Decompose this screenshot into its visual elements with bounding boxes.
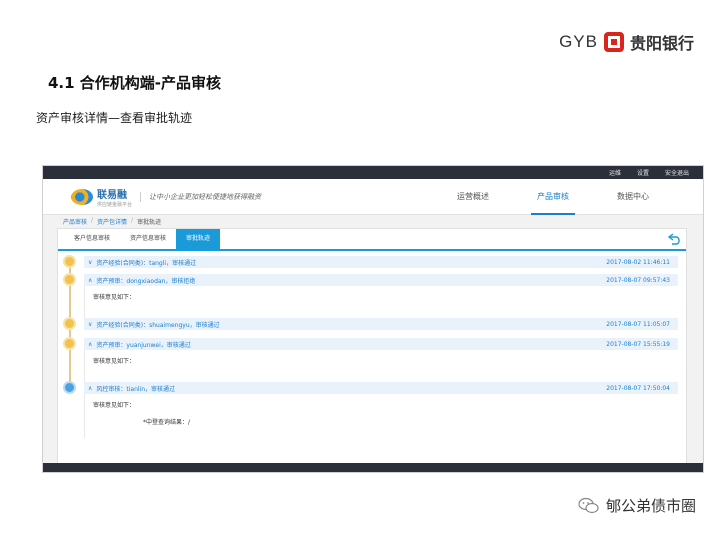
- logo-chinese: 贵阳银行: [629, 34, 694, 53]
- timeline-time: 2017-08-07 17:50:04: [606, 384, 670, 392]
- breadcrumb-current: 审批轨迹: [137, 219, 162, 226]
- topbar-link-settings[interactable]: 设置: [637, 168, 649, 177]
- top-utility-bar: 运维 设置 安全退出: [43, 166, 703, 179]
- logo: GYB 贵阳银行: [559, 30, 694, 54]
- timeline-time: 2017-08-07 11:05:07: [606, 320, 670, 328]
- bank-logo-icon: [603, 32, 624, 52]
- star-badge-icon: [63, 317, 76, 330]
- tab-asset-info[interactable]: 资产信息审核: [120, 229, 176, 249]
- tab-bar: 客户信息审核 资产信息审核 审批轨迹: [58, 229, 686, 251]
- nav-item-overview[interactable]: 运营概述: [451, 179, 495, 215]
- timeline-text: 资产预审：yuanjunwei，审核通过: [96, 341, 191, 349]
- star-badge-icon: [63, 337, 76, 350]
- timeline-text: 资产经验(合同类)：tangli，审核通过: [96, 259, 197, 267]
- app-screenshot: 运维 设置 安全退出 联易融 供应链金融平台 让中小企业更加轻松便捷地获得融资 …: [42, 165, 704, 473]
- nav-item-data-center[interactable]: 数据中心: [611, 179, 655, 215]
- timeline-text: 风控审核：tianlin，审核通过: [96, 385, 176, 393]
- chevron-down-icon: ∨: [88, 320, 93, 328]
- timeline-header[interactable]: ∨ 资产经验(合同类)：tangli，审核通过 2017-08-02 11:46…: [84, 256, 678, 268]
- topbar-link-ops[interactable]: 运维: [609, 168, 621, 177]
- brand-sub: 供应链金融平台: [97, 201, 133, 208]
- chevron-up-icon: ∧: [88, 276, 93, 284]
- review-opinion-label: 审核意见如下：: [93, 402, 136, 409]
- timeline-header[interactable]: ∧ 风控审核：tianlin，审核通过 2017-08-07 17:50:04: [84, 382, 678, 394]
- brand-name: 联易融 供应链金融平台: [97, 189, 133, 208]
- timeline-time: 2017-08-07 09:57:43: [606, 276, 670, 284]
- tab-approval-trail[interactable]: 审批轨迹: [176, 229, 221, 249]
- timeline-body: 审核意见如下：: [84, 350, 678, 382]
- topbar-link-logout[interactable]: 安全退出: [665, 168, 689, 177]
- logo-latin: GYB: [559, 32, 598, 51]
- wechat-icon: [578, 497, 599, 513]
- nav-item-product-review[interactable]: 产品审核: [531, 179, 575, 215]
- slide-subtitle: 资产审核详情—查看审批轨迹: [36, 111, 193, 125]
- timeline-body: 审核意见如下：: [84, 286, 678, 318]
- review-opinion-label: 审核意见如下：: [93, 294, 136, 301]
- detail-panel: 客户信息审核 资产信息审核 审批轨迹 ∨ 资产经验(合同类)：tangli，审核…: [57, 228, 687, 464]
- timeline-header[interactable]: ∨ 资产经验(合同类)：shuaimengyu，审核通过 2017-08-07 …: [84, 318, 678, 330]
- timeline-header[interactable]: ∧ 资产预审：yuanjunwei，审核通过 2017-08-07 15:55:…: [84, 338, 678, 350]
- breadcrumb-item[interactable]: 产品审核: [63, 217, 87, 226]
- timeline-time: 2017-08-02 11:46:11: [606, 258, 670, 266]
- timeline-text: 资产经验(合同类)：shuaimengyu，审核通过: [96, 321, 220, 329]
- timeline-body: 审核意见如下： *中登查询结果：/: [84, 394, 678, 438]
- review-opinion-label: 审核意见如下：: [93, 358, 136, 365]
- timeline-text: 资产预审：dongxiaodan，审核拒绝: [96, 277, 196, 285]
- star-badge-icon: [63, 255, 76, 268]
- back-icon[interactable]: [668, 233, 682, 245]
- star-badge-icon: [63, 273, 76, 286]
- breadcrumb-separator: /: [131, 217, 134, 224]
- breadcrumb-item[interactable]: 资产包详情: [97, 217, 127, 226]
- brand-logo-icon: [71, 188, 93, 205]
- chevron-up-icon: ∧: [88, 384, 93, 392]
- star-badge-icon: [63, 381, 76, 394]
- timeline-time: 2017-08-07 15:55:19: [606, 340, 670, 348]
- breadcrumb: 产品审核 / 资产包详情 / 审批轨迹: [63, 217, 161, 226]
- brand-slogan: 让中小企业更加轻松便捷地获得融资: [140, 191, 261, 202]
- watermark: 郇公弟债市圈: [578, 495, 696, 516]
- slide-title: 4.1 合作机构端-产品审核: [48, 74, 222, 92]
- footer-bar: [43, 463, 703, 472]
- chevron-up-icon: ∧: [88, 340, 93, 348]
- watermark-text: 郇公弟债市圈: [605, 497, 696, 515]
- nav-links: 运营概述 产品审核 数据中心: [451, 179, 655, 215]
- registry-query-result: *中登查询结果：/: [143, 419, 191, 426]
- main-nav: 联易融 供应链金融平台 让中小企业更加轻松便捷地获得融资 运营概述 产品审核 数…: [43, 179, 703, 215]
- breadcrumb-separator: /: [91, 217, 94, 224]
- timeline-header[interactable]: ∧ 资产预审：dongxiaodan，审核拒绝 2017-08-07 09:57…: [84, 274, 678, 286]
- tab-customer-info[interactable]: 客户信息审核: [64, 229, 120, 249]
- chevron-down-icon: ∨: [88, 258, 93, 266]
